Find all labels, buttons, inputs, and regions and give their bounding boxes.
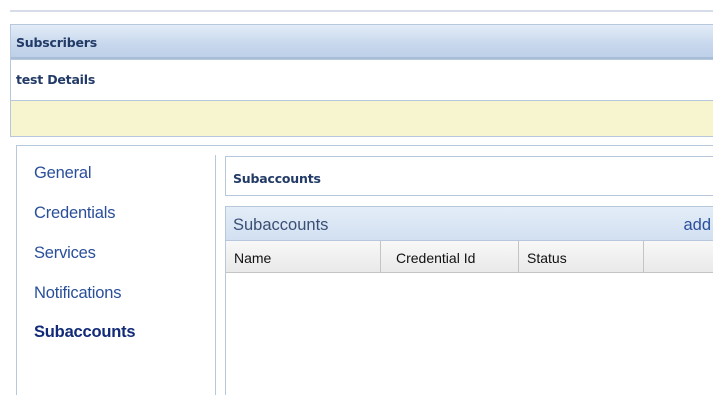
nav-item-services[interactable]: Services xyxy=(34,244,96,263)
details-panel: General Credentials Services Notificatio… xyxy=(16,145,713,395)
column-header-extra xyxy=(644,241,713,272)
message-bar xyxy=(10,101,713,137)
grid-title: Subaccounts xyxy=(233,216,329,234)
section-header: Subaccounts xyxy=(225,156,713,196)
nav-item-credentials[interactable]: Credentials xyxy=(34,204,115,223)
details-title: test Details xyxy=(16,72,96,87)
column-header-status[interactable]: Status xyxy=(519,241,644,272)
add-subaccount-link[interactable]: add xyxy=(683,216,711,235)
details-bar: test Details xyxy=(10,60,713,101)
nav-item-notifications[interactable]: Notifications xyxy=(34,284,121,303)
subaccounts-grid: Subaccounts add Name Credential Id Statu… xyxy=(225,206,713,395)
nav-item-subaccounts[interactable]: Subaccounts xyxy=(34,323,136,342)
page-title: Subscribers xyxy=(16,35,97,50)
side-nav: General Credentials Services Notificatio… xyxy=(17,146,213,395)
top-divider xyxy=(10,10,713,12)
column-header-name[interactable]: Name xyxy=(226,241,381,272)
subscribers-header: Subscribers xyxy=(10,24,713,60)
grid-header-row: Name Credential Id Status xyxy=(226,241,713,273)
section-title: Subaccounts xyxy=(233,171,321,186)
grid-title-bar: Subaccounts add xyxy=(226,207,713,241)
column-header-credential-id[interactable]: Credential Id xyxy=(381,241,519,272)
nav-item-general[interactable]: General xyxy=(34,164,92,183)
nav-divider xyxy=(215,155,216,395)
